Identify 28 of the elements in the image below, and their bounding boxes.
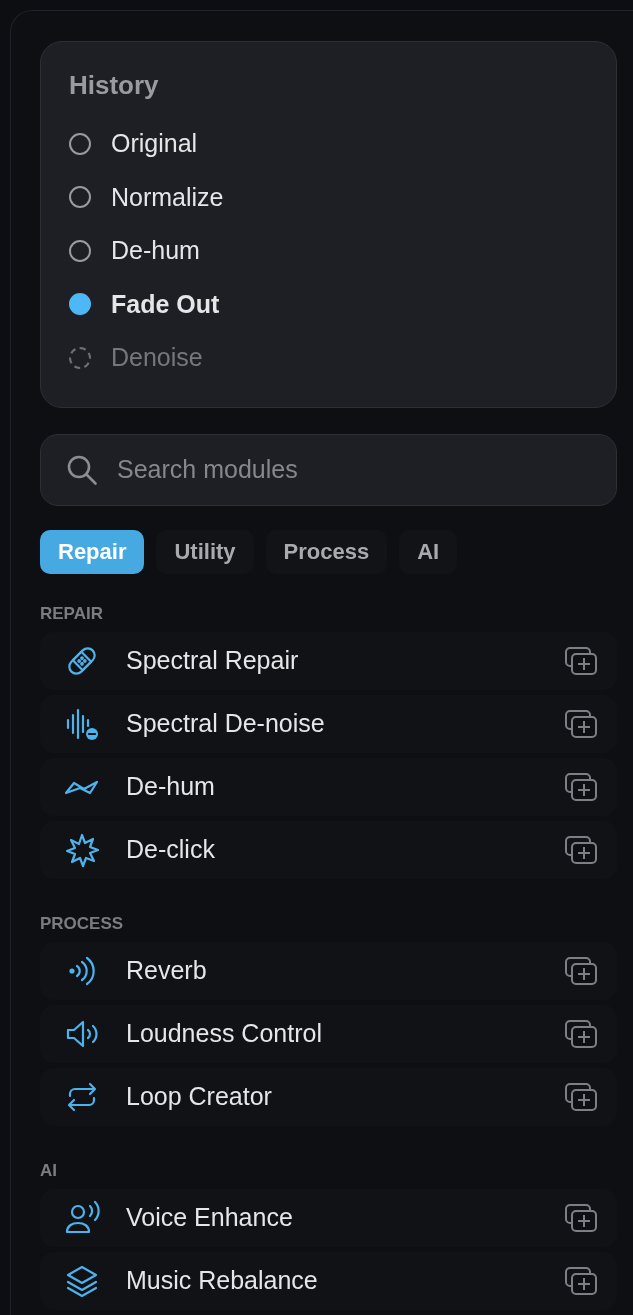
section-label: PROCESS bbox=[40, 913, 125, 934]
add-copy-icon[interactable] bbox=[565, 1082, 597, 1111]
history-item[interactable]: De-hum bbox=[69, 224, 588, 278]
starburst-icon bbox=[64, 831, 100, 868]
history-radio-icon bbox=[69, 186, 91, 209]
add-copy-icon[interactable] bbox=[565, 646, 597, 675]
history-item[interactable]: Original bbox=[69, 117, 588, 171]
add-copy-icon[interactable] bbox=[565, 956, 597, 985]
section-label: AI bbox=[40, 1160, 58, 1181]
category-tab[interactable]: Process bbox=[265, 529, 388, 574]
history-radio-icon bbox=[69, 346, 91, 369]
history-title: History bbox=[69, 70, 160, 101]
add-copy-icon[interactable] bbox=[565, 1203, 597, 1232]
history-radio-icon bbox=[69, 239, 91, 262]
category-tab[interactable]: AI bbox=[399, 529, 458, 574]
add-copy-icon[interactable] bbox=[565, 772, 597, 801]
search-field[interactable]: Search modules bbox=[40, 433, 617, 506]
history-item[interactable]: Normalize bbox=[69, 170, 588, 224]
add-copy-icon[interactable] bbox=[565, 835, 597, 864]
add-copy-icon[interactable] bbox=[565, 1266, 597, 1295]
add-copy-icon[interactable] bbox=[565, 1019, 597, 1048]
history-radio-icon bbox=[69, 132, 91, 155]
speaking-person-icon bbox=[64, 1199, 100, 1236]
category-tab[interactable]: Utility bbox=[156, 529, 254, 574]
add-copy-icon[interactable] bbox=[565, 709, 597, 738]
section-label: REPAIR bbox=[40, 603, 104, 624]
history-radio-icon bbox=[69, 293, 91, 316]
history-item[interactable]: Fade Out bbox=[69, 277, 588, 331]
